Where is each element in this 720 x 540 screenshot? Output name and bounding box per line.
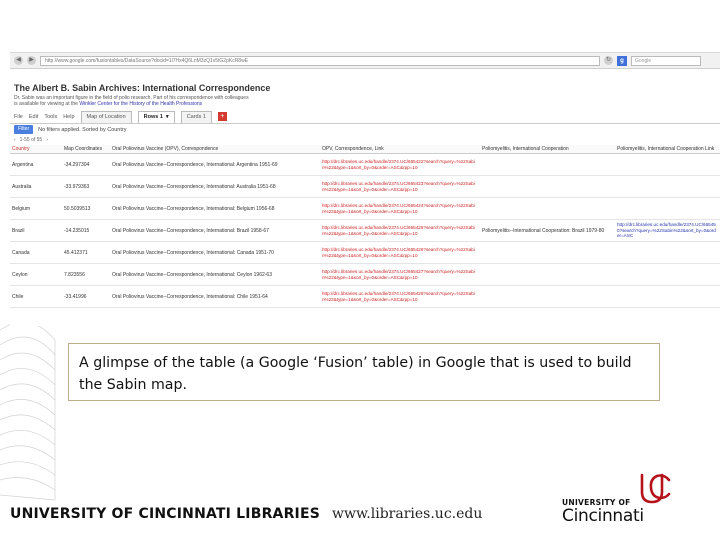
table-row[interactable]: Canada 45.412371 Oral Poliovirus Vaccine… [10,241,720,264]
cell-country: Belgium [10,197,62,220]
uc-logo: UNIVERSITY OF Cincinnati [562,470,702,530]
library-name: UNIVERSITY OF CINCINNATI LIBRARIES [10,506,321,522]
description-link[interactable]: Winkler Center for the History of the He… [79,101,202,107]
col-header-opv-link[interactable]: OPV, Correspondence, Link [320,145,480,154]
cell-opv: Oral Poliovirus Vaccine--Correspondence,… [110,197,320,220]
cell-cooperation [480,175,615,198]
cell-opv: Oral Poliovirus Vaccine--Correspondence,… [110,175,320,198]
caption-text: A glimpse of the table (a Google ‘Fusion… [79,355,632,393]
cell-country: Canada [10,241,62,264]
fusion-menu-bar: File Edit Tools Help Map of Location Row… [10,109,720,123]
table-row[interactable]: Belgium 50.5039513 Oral Poliovirus Vacci… [10,197,720,220]
cell-opv: Oral Poliovirus Vaccine--Correspondence,… [110,285,320,308]
uc-mark-icon [640,473,671,504]
cell-cooperation-link[interactable] [615,197,720,220]
cell-opv-link[interactable]: http://drc.libraries.uc.edu/handle/2374.… [320,285,480,308]
cell-cooperation [480,263,615,286]
cell-coordinates: -34.297304 [62,153,110,176]
col-header-opv[interactable]: Oral Poliovirus Vaccine (OPV), Correspon… [110,145,320,154]
cell-opv-link[interactable]: http://drc.libraries.uc.edu/handle/2374.… [320,153,480,176]
back-icon[interactable]: ◀ [14,56,23,65]
table-title: The Albert B. Sabin Archives: Internatio… [14,83,271,93]
cell-cooperation [480,285,615,308]
cell-opv: Oral Poliovirus Vaccine--Correspondence,… [110,153,320,176]
browser-toolbar: ◀ ▶ http://www.google.com/fusiontables/D… [10,53,720,69]
tab-map-of-location[interactable]: Map of Location [80,111,132,123]
menu-tools[interactable]: Tools [44,114,57,123]
library-url[interactable]: www.libraries.uc.edu [332,506,482,522]
refresh-icon[interactable]: ↻ [604,56,613,65]
table-header-row: Country Map Coordinates Oral Poliovirus … [10,145,720,154]
cell-country: Ceylon [10,263,62,286]
fusion-table-screenshot: ◀ ▶ http://www.google.com/fusiontables/D… [10,52,720,326]
cell-opv: Oral Poliovirus Vaccine--Correspondence,… [110,263,320,286]
cell-cooperation-link[interactable] [615,241,720,264]
cell-country: Chile [10,285,62,308]
cell-cooperation [480,153,615,176]
cell-coordinates: -33.41996 [62,285,110,308]
footer: UNIVERSITY OF CINCINNATI LIBRARIES www.l… [10,506,482,522]
col-header-cooperation-link[interactable]: Poliomyelitis, International Cooperation… [615,145,720,154]
filter-bar: Filter No filters applied. Sorted by Cou… [10,123,720,135]
table-row[interactable]: Australia -33.979363 Oral Poliovirus Vac… [10,175,720,198]
cell-coordinates: -33.979363 [62,175,110,198]
search-engine-icon[interactable]: g [617,55,627,66]
cell-opv-link[interactable]: http://drc.libraries.uc.edu/handle/2374.… [320,197,480,220]
cell-coordinates: 7.823556 [62,263,110,286]
cell-cooperation [480,197,615,220]
tab-map-label: Map of Location [86,114,126,120]
table-row[interactable]: Brazil -14.235015 Oral Poliovirus Vaccin… [10,219,720,242]
filter-status: No filters applied. Sorted by Country [38,126,127,133]
table-row[interactable]: Chile -33.41996 Oral Poliovirus Vaccine-… [10,285,720,308]
cell-country: Australia [10,175,62,198]
tab-cards[interactable]: Cards 1 [180,111,212,123]
cell-country: Argentina [10,153,62,176]
cell-opv-link[interactable]: http://drc.libraries.uc.edu/handle/2374.… [320,241,480,264]
cell-opv-link[interactable]: http://drc.libraries.uc.edu/handle/2374.… [320,219,480,242]
cell-opv: Oral Poliovirus Vaccine--Correspondence,… [110,241,320,264]
description-line-2: is available for viewing at the [14,101,78,107]
add-tab-button[interactable]: + [217,112,227,121]
cell-cooperation-link[interactable] [615,263,720,286]
address-bar[interactable]: http://www.google.com/fusiontables/DataS… [40,55,600,66]
cell-cooperation-link[interactable] [615,285,720,308]
table-row[interactable]: Argentina -34.297304 Oral Poliovirus Vac… [10,153,720,176]
col-header-cooperation[interactable]: Poliomyelitis, International Cooperation [480,145,615,154]
tab-rows[interactable]: Rows 1 ▾ [137,111,175,123]
prev-page-icon[interactable]: ‹ [14,137,16,143]
pagination-bar: ‹ 1-55 of 55 › [10,135,720,145]
cell-coordinates: 50.5039513 [62,197,110,220]
menu-help[interactable]: Help [63,114,74,123]
cell-cooperation-link[interactable] [615,153,720,176]
cell-cooperation-link[interactable] [615,175,720,198]
cell-country: Brazil [10,219,62,242]
logo-name: Cincinnati [562,506,644,526]
cell-cooperation: Poliomyelitis--International Cooperation… [480,219,615,242]
table-description: Dr. Sabin was an important figure in the… [10,93,720,107]
cell-opv-link[interactable]: http://drc.libraries.uc.edu/handle/2374.… [320,175,480,198]
chevron-down-icon: ▾ [165,114,169,120]
forward-icon[interactable]: ▶ [27,56,36,65]
cell-cooperation-link[interactable]: http://drc.libraries.uc.edu/handle/2374.… [615,219,720,242]
caption-box: A glimpse of the table (a Google ‘Fusion… [68,343,660,401]
cell-coordinates: -14.235015 [62,219,110,242]
tab-rows-label: Rows 1 [143,114,163,120]
cell-opv: Oral Poliovirus Vaccine--Correspondence,… [110,219,320,242]
menu-edit[interactable]: Edit [29,114,38,123]
book-illustration [0,321,56,501]
menu-file[interactable]: File [14,114,23,123]
col-header-coordinates[interactable]: Map Coordinates [62,145,110,154]
cell-coordinates: 45.412371 [62,241,110,264]
data-table: Country Map Coordinates Oral Poliovirus … [10,145,720,308]
tab-cards-label: Cards 1 [186,114,206,120]
row-count: 1-55 of 55 [19,137,43,143]
col-header-country[interactable]: Country [10,145,62,154]
next-page-icon[interactable]: › [46,137,48,143]
cell-cooperation [480,241,615,264]
browser-search-input[interactable]: Google [631,55,701,66]
cell-opv-link[interactable]: http://drc.libraries.uc.edu/handle/2374.… [320,263,480,286]
table-row[interactable]: Ceylon 7.823556 Oral Poliovirus Vaccine-… [10,263,720,286]
filter-button[interactable]: Filter [14,125,34,134]
